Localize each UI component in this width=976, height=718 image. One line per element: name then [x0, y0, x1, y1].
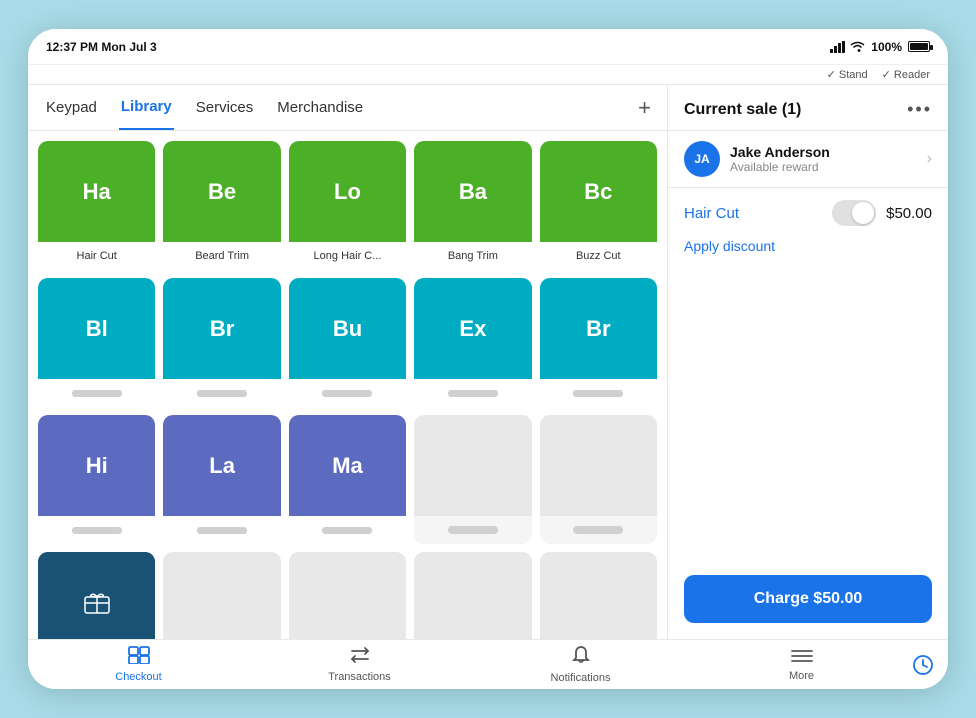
battery-icon — [908, 41, 930, 52]
tab-keypad[interactable]: Keypad — [44, 85, 99, 130]
device-frame: 12:37 PM Mon Jul 3 100% — [28, 29, 948, 689]
list-item-empty — [540, 552, 657, 639]
nav-notifications-label: Notifications — [551, 672, 611, 684]
customer-row[interactable]: JA Jake Anderson Available reward › — [668, 131, 948, 188]
list-item[interactable]: Ha Hair Cut — [38, 141, 155, 270]
list-item[interactable]: Ma — [289, 415, 406, 544]
nav-transactions[interactable]: Transactions — [249, 646, 470, 683]
grid-row-specials: Gift cards — [38, 552, 657, 639]
list-item-empty — [540, 415, 657, 544]
sale-item-name: Hair Cut — [684, 205, 822, 222]
notifications-icon — [571, 645, 591, 670]
customer-reward: Available reward — [730, 160, 927, 174]
status-right: 100% — [830, 40, 930, 54]
sale-items-list: Hair Cut $50.00 Apply discount — [668, 188, 948, 565]
grid-row-2: Bl Br Bu Ex — [38, 278, 657, 407]
list-item-empty — [414, 552, 531, 639]
sub-status-bar: Stand Reader — [28, 65, 948, 85]
nav-more-label: More — [789, 670, 814, 682]
left-panel: Keypad Library Services Merchandise + Ha… — [28, 85, 668, 639]
tab-merchandise[interactable]: Merchandise — [275, 85, 365, 130]
list-item[interactable]: Ex — [414, 278, 531, 407]
nav-more[interactable]: More — [691, 647, 912, 682]
clock-button[interactable] — [912, 654, 948, 676]
avatar: JA — [684, 141, 720, 177]
bottom-nav: Checkout Transactions Notifications — [28, 639, 948, 689]
apply-discount-button[interactable]: Apply discount — [684, 236, 932, 256]
nav-transactions-label: Transactions — [328, 671, 391, 683]
list-item[interactable]: La — [163, 415, 280, 544]
list-item[interactable]: Ba Bang Trim — [414, 141, 531, 270]
sale-item-price: $50.00 — [886, 205, 932, 222]
list-item[interactable]: Lo Long Hair C... — [289, 141, 406, 270]
nav-checkout[interactable]: Checkout — [28, 646, 249, 683]
more-options-button[interactable]: ••• — [907, 99, 932, 120]
tab-services[interactable]: Services — [194, 85, 256, 130]
checkout-icon — [128, 646, 150, 669]
sale-item-toggle[interactable] — [832, 200, 876, 226]
stand-status: Stand — [827, 68, 868, 81]
current-sale-header: Current sale (1) ••• — [668, 85, 948, 131]
status-bar: 12:37 PM Mon Jul 3 100% — [28, 29, 948, 65]
tab-library[interactable]: Library — [119, 85, 174, 130]
chevron-right-icon: › — [927, 150, 932, 168]
gift-card-icon — [81, 587, 113, 619]
list-item[interactable]: Bl — [38, 278, 155, 407]
customer-name: Jake Anderson — [730, 144, 927, 160]
add-tab-button[interactable]: + — [638, 95, 651, 121]
nav-checkout-label: Checkout — [115, 671, 161, 683]
nav-notifications[interactable]: Notifications — [470, 645, 691, 684]
tabs-bar: Keypad Library Services Merchandise + — [28, 85, 667, 131]
list-item[interactable]: Br — [540, 278, 657, 407]
list-item-empty — [414, 415, 531, 544]
battery-percent: 100% — [871, 40, 902, 54]
status-time: 12:37 PM Mon Jul 3 — [46, 40, 157, 54]
charge-button[interactable]: Charge $50.00 — [684, 575, 932, 623]
item-grid: Ha Hair Cut Be Beard Trim Lo Long Hair C… — [28, 131, 667, 639]
customer-info: Jake Anderson Available reward — [730, 144, 927, 174]
main-content: Keypad Library Services Merchandise + Ha… — [28, 85, 948, 639]
list-item[interactable]: Bu — [289, 278, 406, 407]
grid-row-3: Hi La Ma — [38, 415, 657, 544]
right-panel: Current sale (1) ••• JA Jake Anderson Av… — [668, 85, 948, 639]
signal-icon — [830, 41, 846, 53]
gift-cards-button[interactable]: Gift cards — [38, 552, 155, 639]
grid-row-1: Ha Hair Cut Be Beard Trim Lo Long Hair C… — [38, 141, 657, 270]
list-item-empty — [289, 552, 406, 639]
list-item[interactable]: Hi — [38, 415, 155, 544]
list-item[interactable]: Be Beard Trim — [163, 141, 280, 270]
signal-icons — [830, 41, 865, 53]
wifi-icon — [850, 41, 865, 53]
list-item[interactable]: Br — [163, 278, 280, 407]
sale-item-row: Hair Cut $50.00 — [684, 200, 932, 226]
current-sale-title: Current sale (1) — [684, 101, 801, 119]
clock-icon — [912, 654, 934, 676]
more-icon — [791, 647, 813, 668]
list-item-empty — [163, 552, 280, 639]
reader-status: Reader — [882, 68, 930, 81]
list-item[interactable]: Bc Buzz Cut — [540, 141, 657, 270]
transactions-icon — [349, 646, 371, 669]
